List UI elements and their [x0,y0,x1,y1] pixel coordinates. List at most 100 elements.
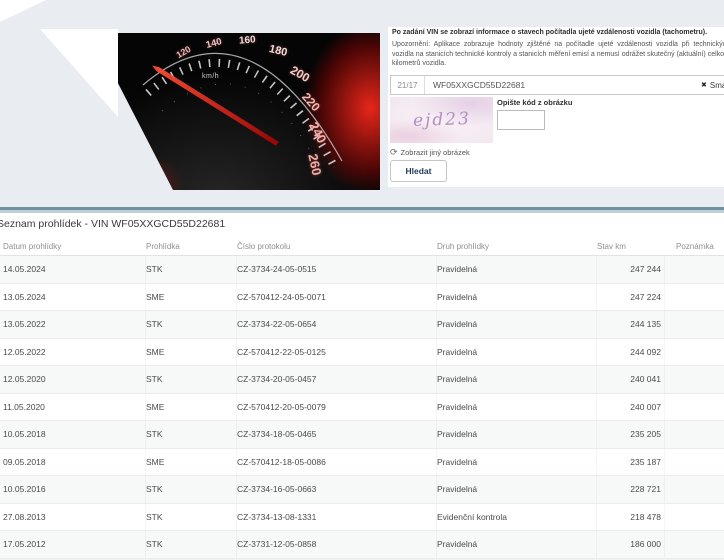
cell-date: 10.05.2016 [3,476,146,503]
cell-odometer: 235 205 [597,421,665,448]
cell-date: 14.05.2024 [3,256,146,283]
cell-station: STK [146,311,237,338]
refresh-icon: ⟳ [390,148,398,157]
cell-inspection-type: Pravidelná [437,476,597,503]
cell-odometer: 186 000 [597,531,665,558]
table-row: 14.05.2024STKCZ-3734-24-05-0515Pravideln… [0,256,724,284]
table-row: 11.05.2020SMECZ-570412-20-05-0079Pravide… [0,394,724,422]
cell-note [665,311,724,338]
cell-note [665,531,724,558]
cell-odometer: 240 007 [597,394,665,421]
table-row: 17.05.2012STKCZ-3731-12-05-0858Pravideln… [0,531,724,559]
cell-note [665,339,724,366]
table-row: 13.05.2024SMECZ-570412-24-05-0071Pravide… [0,284,724,312]
vin-value[interactable]: WF05XXGCD55D22681 [425,80,525,90]
intro-headline: Po zadání VIN se zobrazí informace o sta… [392,29,724,36]
vin-char-counter: 21/17 [391,76,425,94]
inspections-table: 14.05.2024STKCZ-3734-24-05-0515Pravideln… [0,256,724,560]
column-header: Datum prohlídky [3,242,146,251]
cell-note [665,366,724,393]
cell-odometer: 247 244 [597,256,665,283]
cell-inspection-type: Pravidelná [437,366,597,393]
cell-inspection-type: Pravidelná [437,339,597,366]
decorative-wedge [0,0,46,22]
table-row: 27.08.2013STKCZ-3734-13-08-1331Evidenční… [0,504,724,532]
cell-station: SME [146,339,237,366]
close-icon: ✖ [701,81,707,89]
cell-protocol: CZ-3731-12-05-0858 [237,531,437,558]
column-header: Poznámka [665,242,724,251]
cell-odometer: 247 224 [597,284,665,311]
cell-date: 17.05.2012 [3,531,146,558]
cell-odometer: 244 092 [597,339,665,366]
cell-date: 12.05.2022 [3,339,146,366]
cell-protocol: CZ-570412-18-05-0086 [237,449,437,476]
captcha-code-text: ejd23 [412,109,471,131]
cell-inspection-type: Pravidelná [437,284,597,311]
cell-station: STK [146,256,237,283]
cell-note [665,256,724,283]
table-row: 10.05.2016STKCZ-3734-16-05-0663Pravideln… [0,476,724,504]
cell-date: 13.05.2022 [3,311,146,338]
cell-odometer: 228 721 [597,476,665,503]
cell-station: STK [146,366,237,393]
speedometer-dial-ticks [118,33,380,190]
clear-vin-label: Smazat [710,81,724,90]
cell-date: 09.05.2018 [3,449,146,476]
cell-protocol: CZ-3734-18-05-0465 [237,421,437,448]
cell-note [665,476,724,503]
table-header-row: Datum prohlídkyProhlídkaČíslo protokoluD… [0,237,724,256]
cell-date: 10.05.2018 [3,421,146,448]
clear-vin-button[interactable]: ✖ Smazat [701,76,724,94]
cell-station: STK [146,421,237,448]
cell-inspection-type: Pravidelná [437,256,597,283]
cell-station: STK [146,476,237,503]
cell-station: SME [146,394,237,421]
cell-date: 11.05.2020 [3,394,146,421]
page: 120140160180200220240260 km/h Po zadání … [0,0,724,560]
cell-protocol: CZ-3734-20-05-0457 [237,366,437,393]
speedometer-number: 160 [239,34,256,46]
captcha-image: ejd23 [390,97,493,143]
column-header: Prohlídka [146,242,237,251]
cell-note [665,394,724,421]
cell-note [665,284,724,311]
cell-protocol: CZ-3734-24-05-0515 [237,256,437,283]
speedometer-image: 120140160180200220240260 km/h [118,33,380,190]
warning-text: Upozornění: Aplikace zobrazuje hodnoty z… [392,40,724,69]
cell-note [665,449,724,476]
cell-inspection-type: Pravidelná [437,311,597,338]
cell-inspection-type: Pravidelná [437,449,597,476]
cell-date: 12.05.2020 [3,366,146,393]
cell-inspection-type: Evidenční kontrola [437,504,597,531]
search-button[interactable]: Hledat [390,160,447,182]
column-header: Číslo protokolu [237,242,437,251]
cell-inspection-type: Pravidelná [437,421,597,448]
cell-odometer: 235 187 [597,449,665,476]
column-header: Stav km [597,242,665,251]
vin-input[interactable]: 21/17 WF05XXGCD55D22681 ✖ Smazat [390,75,724,95]
decorative-wedge [40,29,118,117]
table-row: 10.05.2018STKCZ-3734-18-05-0465Pravideln… [0,421,724,449]
cell-date: 27.08.2013 [3,504,146,531]
vin-search-panel: Po zadání VIN se zobrazí informace o sta… [388,27,724,187]
cell-protocol: CZ-3734-22-05-0654 [237,311,437,338]
cell-protocol: CZ-570412-24-05-0071 [237,284,437,311]
table-row: 09.05.2018SMECZ-570412-18-05-0086Pravide… [0,449,724,477]
table-row: 12.05.2020STKCZ-3734-20-05-0457Pravideln… [0,366,724,394]
cell-note [665,421,724,448]
cell-odometer: 218 478 [597,504,665,531]
cell-note [665,504,724,531]
cell-odometer: 240 041 [597,366,665,393]
cell-station: STK [146,504,237,531]
cell-protocol: CZ-3734-13-08-1331 [237,504,437,531]
cell-inspection-type: Pravidelná [437,394,597,421]
refresh-captcha-link[interactable]: ⟳ Zobrazit jiný obrázek [390,148,470,157]
cell-date: 13.05.2024 [3,284,146,311]
cell-odometer: 244 135 [597,311,665,338]
captcha-input[interactable] [497,110,545,130]
column-header: Druh prohlídky [437,242,597,251]
speedometer-unit-label: km/h [202,73,219,80]
cell-station: SME [146,449,237,476]
table-row: 13.05.2022STKCZ-3734-22-05-0654Pravideln… [0,311,724,339]
